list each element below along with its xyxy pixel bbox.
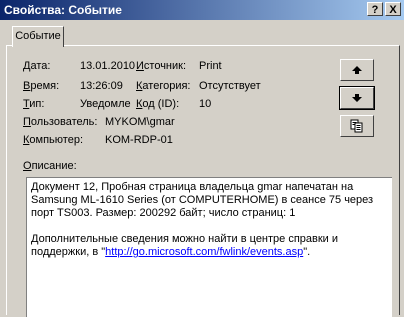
category-label: Категория:: [136, 80, 191, 92]
next-event-button[interactable]: [339, 86, 375, 110]
description-paragraph-1: Документ 12, Пробная страница владельца …: [31, 181, 374, 219]
computer-value: KOM-RDP-01: [105, 134, 173, 146]
user-value: MYKOM\gmar: [105, 116, 175, 128]
time-label: Время:: [23, 80, 60, 92]
arrow-down-icon: [352, 94, 362, 102]
code-value: 10: [199, 98, 212, 110]
copy-icon: [350, 119, 363, 133]
type-label: Тип:: [23, 98, 45, 110]
type-value: Уведомле: [80, 98, 131, 110]
description-paragraph-2: Дополнительные сведения можно найти в це…: [31, 233, 388, 259]
window-title: Свойства: Событие: [4, 3, 122, 17]
source-label: Источник:: [136, 60, 187, 72]
source-value: Print: [199, 60, 222, 72]
description-label: Описание:: [23, 160, 77, 172]
user-label: Пользователь:: [23, 116, 98, 128]
computer-label: Компьютер:: [23, 134, 84, 146]
date-label: Дата:: [23, 60, 51, 72]
help-button[interactable]: ?: [367, 2, 383, 16]
copy-button[interactable]: [340, 115, 374, 137]
arrow-up-icon: [352, 66, 362, 74]
events-help-link[interactable]: http://go.microsoft.com/fwlink/events.as…: [105, 246, 303, 258]
category-value: Отсутствует: [199, 80, 261, 92]
description-textbox[interactable]: Документ 12, Пробная страница владельца …: [26, 177, 392, 317]
tab-event[interactable]: Событие: [12, 26, 64, 47]
close-button[interactable]: X: [385, 2, 401, 16]
code-label: Код (ID):: [136, 98, 180, 110]
description-paragraph-2-suffix: ".: [303, 246, 311, 258]
time-value: 13:26:09: [80, 80, 123, 92]
previous-event-button[interactable]: [340, 59, 374, 81]
date-value: 13.01.2010: [80, 60, 136, 72]
title-bar: Свойства: Событие ? X: [0, 0, 404, 20]
